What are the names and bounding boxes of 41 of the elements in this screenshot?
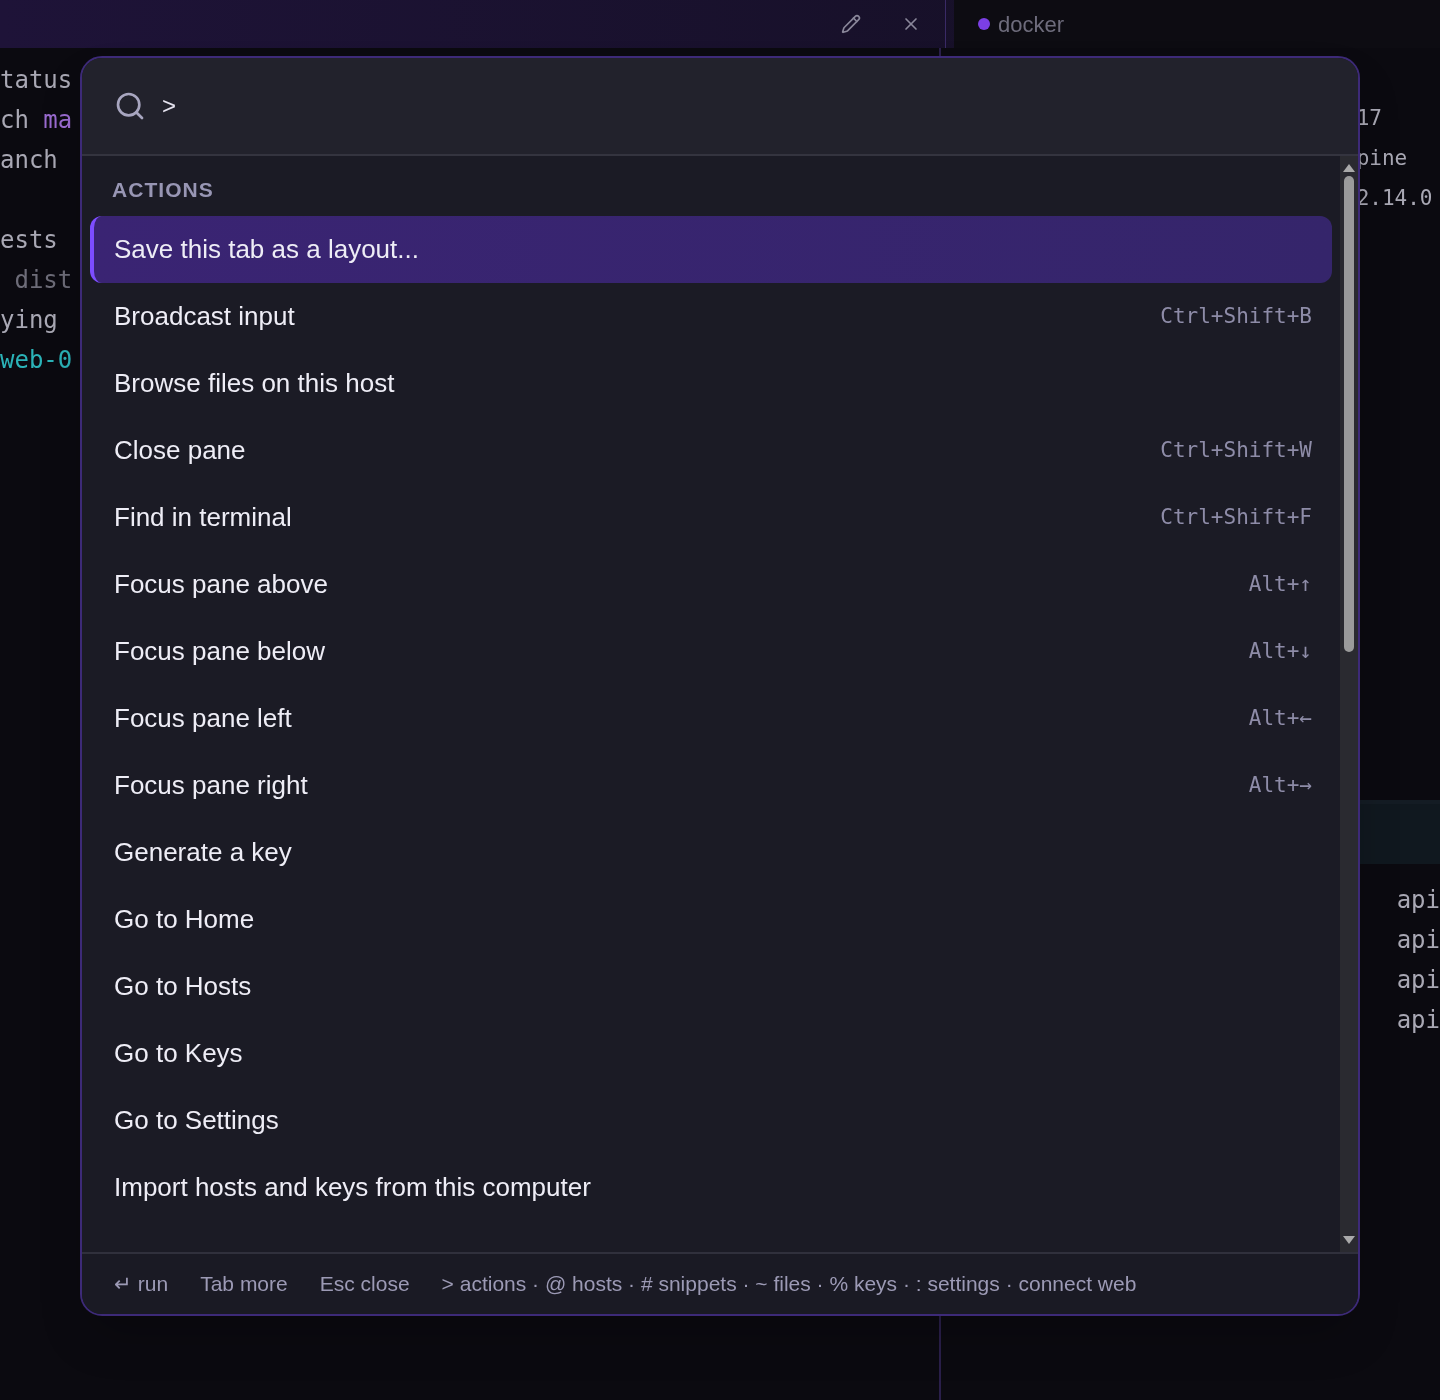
action-item[interactable]: Import hosts and keys from this computer (90, 1154, 1332, 1221)
terminal-line: 17 (1356, 106, 1382, 130)
terminal-line: anch (0, 146, 58, 174)
terminal-line: ch ma (0, 106, 73, 134)
action-item[interactable]: Focus pane above Alt+↑ (90, 551, 1332, 618)
action-item[interactable]: Focus pane right Alt+→ (90, 752, 1332, 819)
pencil-icon[interactable] (841, 14, 861, 34)
terminal-line: web-0 (0, 346, 73, 374)
scroll-thumb[interactable] (1344, 176, 1354, 652)
terminal-line: ying (0, 306, 58, 334)
search-icon (114, 90, 146, 122)
prefix-hints: > actions · @ hosts · # snippets · ~ files · % keys · : settings · connect web (441, 1271, 1137, 1298)
action-item[interactable]: Generate a key (90, 819, 1332, 886)
log-line: api (1396, 886, 1440, 914)
scrollbar[interactable] (1340, 156, 1358, 1252)
log-line: api (1396, 926, 1440, 954)
section-heading: ACTIONS (112, 177, 214, 204)
search-field[interactable]: > (82, 58, 1358, 156)
key-hint: ↵ run (114, 1271, 169, 1298)
action-item[interactable]: Go to Hosts (90, 953, 1332, 1020)
terminal-line: dist (13, 266, 73, 294)
action-item[interactable]: Go to Settings (90, 1087, 1332, 1154)
terminal-tab[interactable]: docker (954, 0, 1440, 48)
terminal-line: ests (0, 226, 58, 254)
action-item[interactable]: Go to Home (90, 886, 1332, 953)
log-line: api (1396, 966, 1440, 994)
action-item[interactable]: Go to Keys (90, 1020, 1332, 1087)
scroll-down-icon[interactable] (1343, 1236, 1355, 1244)
action-item[interactable]: Close pane Ctrl+Shift+W (90, 417, 1332, 484)
terminal-line: 2.14.0 (1356, 186, 1433, 210)
action-item[interactable]: Browse files on this host (90, 350, 1332, 417)
terminal-line: tatus (0, 66, 73, 94)
action-item[interactable]: Find in terminal Ctrl+Shift+F (90, 484, 1332, 551)
log-line: api (1396, 1006, 1440, 1034)
action-item[interactable]: Save this tab as a layout... (90, 216, 1332, 283)
key-hint: Esc close (319, 1271, 410, 1298)
action-item[interactable]: Focus pane left Alt+← (90, 685, 1332, 752)
action-item[interactable]: Focus pane below Alt+↓ (90, 618, 1332, 685)
action-item[interactable]: Broadcast input Ctrl+Shift+B (90, 283, 1332, 350)
scroll-up-icon[interactable] (1343, 164, 1355, 172)
key-hint: Tab more (200, 1271, 288, 1298)
